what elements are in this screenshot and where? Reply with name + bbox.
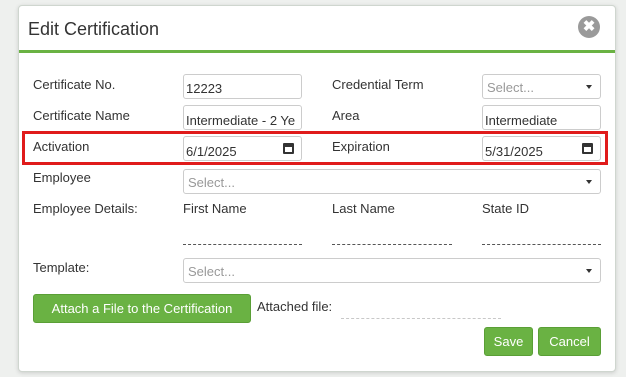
credential-term-placeholder: Select... bbox=[487, 80, 534, 95]
state-id-value-line bbox=[482, 244, 601, 245]
first-name-value-line bbox=[183, 244, 302, 245]
dialog-title: Edit Certification bbox=[28, 19, 160, 39]
chevron-down-icon bbox=[586, 85, 592, 89]
chevron-down-icon bbox=[586, 180, 592, 184]
last-name-label: Last Name bbox=[332, 201, 395, 216]
highlight-box bbox=[22, 131, 608, 165]
chevron-down-icon bbox=[586, 269, 592, 273]
last-name-value-line bbox=[332, 244, 452, 245]
template-select[interactable]: Select... bbox=[183, 258, 601, 283]
cancel-button[interactable]: Cancel bbox=[538, 327, 601, 356]
certificate-name-label: Certificate Name bbox=[33, 108, 130, 123]
template-label: Template: bbox=[33, 260, 90, 275]
employee-placeholder: Select... bbox=[188, 175, 235, 190]
attach-file-button[interactable]: Attach a File to the Certification bbox=[33, 294, 251, 323]
area-input[interactable]: Intermediate bbox=[482, 105, 601, 130]
attached-file-line bbox=[341, 318, 501, 319]
certificate-no-label: Certificate No. bbox=[33, 77, 116, 92]
save-button[interactable]: Save bbox=[484, 327, 533, 356]
certificate-name-input[interactable]: Intermediate - 2 Ye bbox=[183, 105, 302, 130]
area-value: Intermediate bbox=[485, 113, 558, 128]
area-label: Area bbox=[332, 108, 360, 123]
employee-select[interactable]: Select... bbox=[183, 169, 601, 194]
employee-label: Employee bbox=[33, 170, 91, 185]
certificate-no-input[interactable]: 12223 bbox=[183, 74, 302, 99]
template-placeholder: Select... bbox=[188, 264, 235, 279]
credential-term-select[interactable]: Select... bbox=[482, 74, 601, 99]
employee-details-label: Employee Details: bbox=[33, 201, 138, 216]
close-icon[interactable]: ✖ bbox=[578, 16, 600, 38]
state-id-label: State ID bbox=[482, 201, 529, 216]
first-name-label: First Name bbox=[183, 201, 247, 216]
dialog-header: Edit Certification ✖ bbox=[19, 6, 615, 53]
certificate-no-value: 12223 bbox=[186, 81, 223, 96]
credential-term-label: Credential Term bbox=[332, 77, 424, 92]
certificate-name-value: Intermediate - 2 Ye bbox=[186, 113, 296, 128]
attached-file-label: Attached file: bbox=[257, 299, 333, 314]
